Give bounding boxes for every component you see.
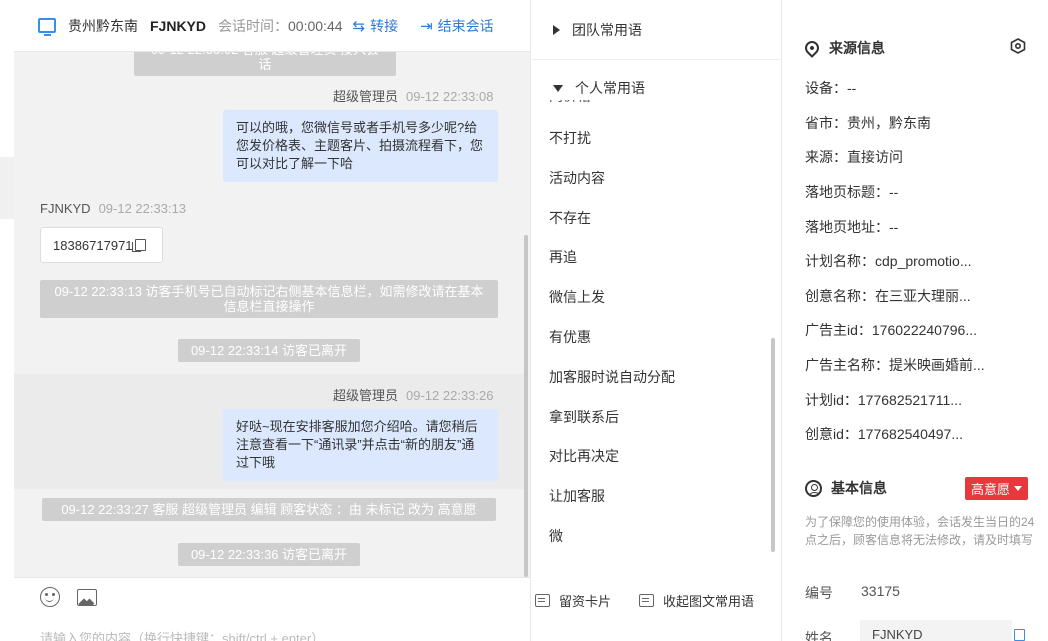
message-time: 09-12 22:33:13: [98, 201, 187, 216]
system-message: 09-12 22:33:02 客服 超级管理员 接入会话: [134, 52, 396, 76]
visitor-message-card: 18386717971: [40, 227, 163, 263]
message-input[interactable]: 请输入您的内容（换行快捷键：shift/ctrl + enter）: [40, 628, 324, 641]
visitor-info-panel: 来源信息 设备：-- 省市：贵州，黔东南 来源：直接访问 落地页标题：-- 落地…: [783, 0, 1048, 641]
sender-name: 超级管理员: [333, 89, 399, 104]
chat-scrollbar[interactable]: [524, 235, 528, 577]
name-field[interactable]: FJNKYD: [860, 620, 1012, 641]
info-landing-url: 落地页地址：--: [805, 219, 899, 235]
phrase-scrollbar[interactable]: [771, 338, 775, 552]
team-phrases-toggle[interactable]: 团队常用语: [531, 0, 781, 60]
phrases-panel: 团队常用语 问价格 不打扰 活动内容 不存在 再追 微信上发 有优惠 加客服时说…: [530, 0, 782, 641]
visitor-number-value: 33175: [861, 583, 900, 599]
phrase-item[interactable]: 不存在: [549, 208, 591, 228]
user-icon: [805, 479, 822, 497]
source-info-label: 来源信息: [829, 40, 885, 56]
message-meta: 超级管理员 09-12 22:33:08: [333, 86, 493, 105]
left-gutter: [0, 0, 14, 641]
visitor-location: 贵州黔东南: [68, 17, 138, 34]
phrase-item[interactable]: 拿到联系后: [549, 407, 619, 427]
info-province-city: 省市：贵州，黔东南: [805, 115, 931, 131]
phone-number: 18386717971: [53, 237, 133, 253]
system-message: 09-12 22:33:14 访客已离开: [178, 339, 360, 362]
phrase-item[interactable]: 微: [549, 526, 563, 546]
info-advertiser-id: 广告主id：176022240796...: [805, 322, 977, 338]
chat-header: 贵州黔东南 FJNKYD 会话时间： 00:00:44 ⇆ 转接 ⇥ 结束会话: [14, 0, 530, 52]
phrase-item[interactable]: 加客服时说自动分配: [549, 367, 675, 387]
sender-name: 超级管理员: [333, 388, 399, 403]
info-source: 来源：直接访问: [805, 149, 903, 165]
gutter-block: [0, 157, 14, 219]
phrase-item[interactable]: 有优惠: [549, 327, 591, 347]
edit-deadline-note: 为了保障您的使用体验，会话发生当日的24点之后，顾客信息将无法修改，请及时填写: [805, 515, 1035, 547]
personal-phrases-toggle[interactable]: 个人常用语: [531, 76, 781, 100]
logout-icon: ⇥: [420, 17, 433, 35]
system-message: 09-12 22:33:27 客服 超级管理员 编辑 顾客状态 ：由 未标记 改…: [42, 498, 496, 521]
info-device: 设备：--: [805, 80, 857, 96]
phrases-footer: 留资卡片 收起图文常用语: [531, 577, 781, 623]
emoji-icon[interactable]: [40, 587, 60, 607]
message-icon: [639, 593, 654, 607]
system-message: 09-12 22:33:13 访客手机号已自动标记右侧基本信息栏，如需修改请在基…: [40, 280, 498, 318]
lead-card-label: 留资卡片: [559, 593, 612, 609]
chat-panel: 贵州黔东南 FJNKYD 会话时间： 00:00:44 ⇆转接 ⇥结束会话 09…: [14, 0, 530, 641]
source-info-title: 来源信息: [802, 38, 885, 58]
monitor-icon: [38, 18, 56, 36]
basic-info-title: 基本信息: [805, 478, 887, 498]
info-creative-id: 创意id：177682540497...: [805, 426, 963, 442]
phrase-item[interactable]: 再追: [549, 247, 577, 267]
team-phrases-label: 团队常用语: [572, 21, 642, 38]
phrase-list[interactable]: 问价格 不打扰 活动内容 不存在 再追 微信上发 有优惠 加客服时说自动分配 拿…: [531, 88, 781, 577]
transfer-button[interactable]: ⇆ 转接: [353, 16, 399, 36]
agent-message-bubble: 好哒~现在安排客服加您介绍哈。请您稍后注意查看一下“通讯录”并点击“新的朋友”通…: [223, 409, 498, 481]
name-label: 姓名: [805, 630, 833, 641]
info-creative-name: 创意名称：在三亚大理丽...: [805, 288, 971, 304]
message-meta: FJNKYD 09-12 22:33:13: [40, 201, 186, 216]
end-session-label: 结束会话: [437, 17, 494, 34]
caret-right-icon: [553, 24, 560, 35]
phrase-item[interactable]: 让加客服: [549, 486, 605, 506]
info-plan-id: 计划id：177682521711...: [805, 392, 962, 408]
phrase-item[interactable]: 对比再决定: [549, 446, 619, 466]
image-icon[interactable]: [77, 589, 97, 606]
message-time: 09-12 22:33:26: [406, 388, 494, 403]
transfer-label: 转接: [370, 17, 399, 34]
end-session-button[interactable]: ⇥ 结束会话: [420, 16, 494, 36]
settings-hex-icon[interactable]: [1010, 38, 1026, 54]
message-meta: 超级管理员 09-12 22:33:26: [333, 385, 493, 404]
agent-message-bubble: 可以的哦，您微信号或者手机号多少呢?给您发价格表、主题客片、拍摄流程看下，您可以…: [223, 110, 498, 182]
info-landing-title: 落地页标题：--: [805, 184, 899, 200]
app-root: 贵州黔东南 FJNKYD 会话时间： 00:00:44 ⇆转接 ⇥结束会话 09…: [0, 0, 1048, 641]
intent-status-dropdown[interactable]: 高意愿: [965, 477, 1029, 500]
personal-phrases-label: 个人常用语: [575, 80, 645, 96]
info-advertiser-name: 广告主名称：提米映画婚前...: [805, 357, 985, 373]
message-list[interactable]: 09-12 22:33:02 客服 超级管理员 接入会话 超级管理员 09-12 …: [14, 52, 530, 577]
phrase-item[interactable]: 活动内容: [549, 168, 605, 188]
copy-icon[interactable]: [1014, 629, 1025, 641]
info-plan-name: 计划名称：cdp_promotio...: [805, 253, 972, 269]
card-icon: [535, 593, 550, 607]
collapse-phrases-button[interactable]: 收起图文常用语: [639, 591, 754, 610]
message-time: 09-12 22:33:08: [406, 89, 494, 104]
intent-status-label: 高意愿: [971, 482, 1011, 497]
composer: 请输入您的内容（换行快捷键：shift/ctrl + enter）: [14, 577, 530, 641]
caret-down-icon: [553, 84, 563, 92]
copy-icon[interactable]: [131, 239, 146, 252]
phrase-item[interactable]: 不打扰: [549, 128, 591, 148]
session-time: 00:00:44: [288, 17, 343, 34]
lead-card-button[interactable]: 留资卡片: [535, 591, 611, 610]
location-pin-icon: [802, 38, 822, 58]
visitor-number-row: 编号 33175: [805, 583, 900, 603]
transfer-icon: ⇆: [352, 17, 366, 35]
phrase-item[interactable]: 微信上发: [549, 287, 605, 307]
caret-down-icon: [1014, 486, 1023, 491]
visitor-number-label: 编号: [805, 585, 833, 601]
collapse-phrases-label: 收起图文常用语: [663, 593, 755, 609]
system-message: 09-12 22:33:36 访客已离开: [178, 543, 360, 566]
basic-info-label: 基本信息: [831, 480, 887, 496]
visitor-name: FJNKYD: [150, 17, 207, 34]
sender-name: FJNKYD: [40, 201, 91, 216]
session-time-label: 会话时间：: [218, 17, 289, 34]
